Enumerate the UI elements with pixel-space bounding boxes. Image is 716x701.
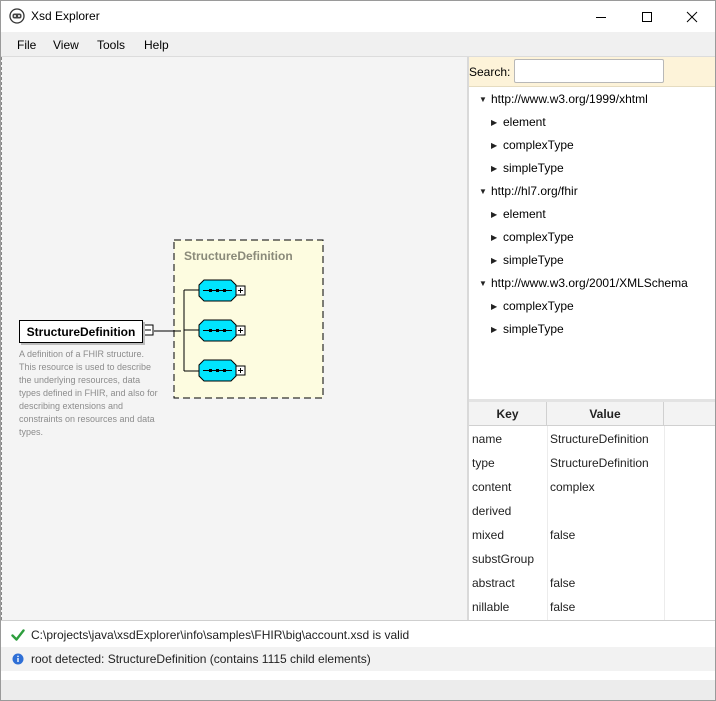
table-row[interactable]: abstract false [469,571,715,595]
search-input[interactable] [514,59,664,83]
diagram-pane[interactable]: StructureDefinition StructureDefinition … [1,57,467,620]
collapsed-arrow-icon[interactable]: ▶ [491,233,503,242]
table-row[interactable]: substGroup [469,547,715,571]
title-bar: Xsd Explorer [1,1,715,32]
tree-item-element[interactable]: ▶ element [491,112,546,132]
app-logo-icon [9,8,25,24]
tree-item-simpletype[interactable]: ▶ simpleType [491,250,564,270]
expanded-arrow-icon[interactable]: ▼ [479,279,491,288]
column-header-value[interactable]: Value [547,402,664,426]
tree-namespace-xmlschema[interactable]: ▼ http://www.w3.org/2001/XMLSchema [479,273,688,293]
menu-bar: File View Tools Help [1,32,715,57]
namespace-tree: ▼ http://www.w3.org/1999/xhtml ▶ element ▶… [469,87,715,399]
root-element-node[interactable]: StructureDefinition [19,320,143,343]
close-button[interactable] [669,1,715,32]
table-header: Key Value [469,402,715,426]
tree-item-complextype[interactable]: ▶ complexType [491,296,574,316]
collapsed-arrow-icon[interactable]: ▶ [491,302,503,311]
table-row[interactable]: type StructureDefinition [469,451,715,475]
search-label: Search: [469,65,511,79]
collapsed-arrow-icon[interactable]: ▶ [491,164,503,173]
table-row[interactable]: derived [469,499,715,523]
sequence-title: StructureDefinition [184,249,293,263]
info-icon [11,652,25,666]
status-message-valid: C:\projects\java\xsdExplorer\info\sample… [1,623,715,647]
table-row[interactable]: name StructureDefinition [469,427,715,451]
tree-item-complextype[interactable]: ▶ complexType [491,135,574,155]
tree-item-simpletype[interactable]: ▶ simpleType [491,158,564,178]
column-header-key[interactable]: Key [469,402,547,426]
status-text: C:\projects\java\xsdExplorer\info\sample… [31,628,410,642]
minimize-button[interactable] [578,1,624,32]
tree-namespace-xhtml[interactable]: ▼ http://www.w3.org/1999/xhtml [479,89,648,109]
collapsed-arrow-icon[interactable]: ▶ [491,118,503,127]
tree-item-element[interactable]: ▶ element [491,204,546,224]
menu-view[interactable]: View [53,38,79,52]
check-icon [11,628,25,642]
expanded-arrow-icon[interactable]: ▼ [479,187,491,196]
menu-tools[interactable]: Tools [97,38,125,52]
menu-file[interactable]: File [17,38,36,52]
table-row[interactable]: mixed false [469,523,715,547]
table-row[interactable]: nillable false [469,595,715,619]
menu-help[interactable]: Help [144,38,169,52]
collapsed-arrow-icon[interactable]: ▶ [491,325,503,334]
expanded-arrow-icon[interactable]: ▼ [479,95,491,104]
maximize-button[interactable] [624,1,670,32]
sequence-group-box [173,239,324,399]
minimize-icon [596,16,606,18]
root-element-description: A definition of a FHIR structure. This r… [19,349,158,437]
tree-item-simpletype[interactable]: ▶ simpleType [491,319,564,339]
close-icon [686,11,698,22]
maximize-icon [642,11,652,22]
collapsed-arrow-icon[interactable]: ▶ [491,141,503,150]
app-window: Xsd Explorer File View Tools Help Struct… [0,0,716,701]
collapsed-arrow-icon[interactable]: ▶ [491,256,503,265]
table-row[interactable]: content complex [469,475,715,499]
status-text: root detected: StructureDefinition (cont… [31,652,371,666]
status-message-info: root detected: StructureDefinition (cont… [1,647,715,671]
tree-namespace-fhir[interactable]: ▼ http://hl7.org/fhir [479,181,578,201]
tree-item-complextype[interactable]: ▶ complexType [491,227,574,247]
window-title: Xsd Explorer [31,9,100,23]
root-collapse-icon[interactable] [142,324,154,336]
search-bar: Search: [469,57,715,87]
status-bar [1,680,715,700]
collapsed-arrow-icon[interactable]: ▶ [491,210,503,219]
properties-table: Key Value name StructureDefinition type … [469,402,715,620]
